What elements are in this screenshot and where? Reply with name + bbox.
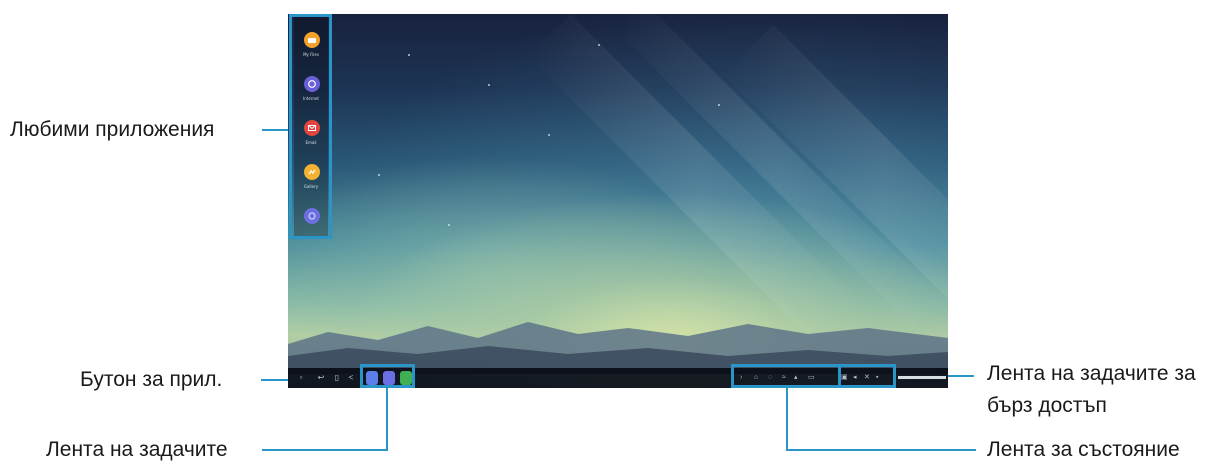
label-taskbar: Лента на задачите xyxy=(46,438,228,461)
label-status-bar: Лента за състояние xyxy=(987,438,1180,461)
star xyxy=(448,224,450,226)
label-quick-access-2: бърз достъп xyxy=(987,394,1107,417)
leader-taskbar-v xyxy=(386,386,388,451)
star xyxy=(548,134,550,136)
back-icon[interactable]: ↩ xyxy=(316,373,326,383)
apps-grid-icon[interactable]: ▫ xyxy=(296,373,306,383)
highlight-taskbar-apps xyxy=(360,364,415,388)
star xyxy=(408,54,410,56)
highlight-favorite-apps xyxy=(289,14,332,239)
leader-apps-button xyxy=(261,379,289,381)
apps-button-icon[interactable]: < xyxy=(346,373,356,383)
highlight-status-bar xyxy=(731,364,841,388)
star xyxy=(718,104,720,106)
star xyxy=(598,44,600,46)
desktop-screen: My Files Internet Email Gallery ▫ ↩ ▯ < … xyxy=(288,14,948,388)
label-quick-access-1: Лента на задачите за xyxy=(987,362,1196,385)
highlight-quick-access xyxy=(838,364,896,388)
label-apps-button: Бутон за прил. xyxy=(80,368,223,391)
taskbar-right-strip xyxy=(898,376,946,379)
leader-status-h xyxy=(786,449,976,451)
recents-icon[interactable]: ▯ xyxy=(332,373,342,383)
label-favorite-apps: Любими приложения xyxy=(10,118,215,141)
star xyxy=(488,84,490,86)
star xyxy=(378,174,380,176)
leader-status-v xyxy=(786,386,788,451)
leader-taskbar-h xyxy=(262,449,388,451)
